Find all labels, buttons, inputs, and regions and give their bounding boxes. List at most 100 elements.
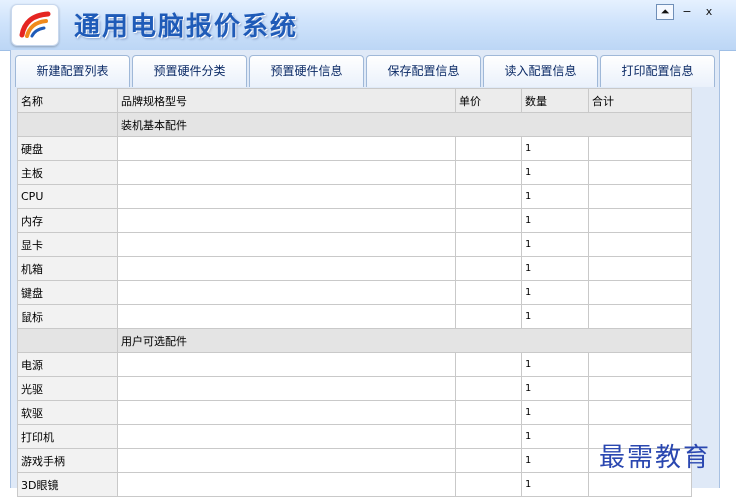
price-cell[interactable] [455, 184, 522, 209]
price-cell[interactable] [455, 400, 522, 425]
model-cell[interactable] [117, 256, 456, 281]
price-cell[interactable] [455, 376, 522, 401]
item-name-cell: 硬盘 [17, 136, 118, 161]
table-row[interactable]: CPU 1 [17, 184, 692, 209]
column-header-name[interactable]: 名称 [17, 88, 118, 113]
tab-print-config[interactable]: 打印配置信息 [600, 55, 715, 87]
item-name-cell: 显卡 [17, 232, 118, 257]
price-cell[interactable] [455, 136, 522, 161]
tab-new-config-list[interactable]: 新建配置列表 [15, 55, 130, 87]
tab-load-config[interactable]: 读入配置信息 [483, 55, 598, 87]
table-row[interactable]: 软驱 1 [17, 400, 692, 425]
total-cell[interactable] [588, 256, 692, 281]
model-cell[interactable] [117, 304, 456, 329]
model-cell[interactable] [117, 472, 456, 497]
total-cell[interactable] [588, 160, 692, 185]
price-cell[interactable] [455, 472, 522, 497]
table-row[interactable]: 机箱 1 [17, 256, 692, 281]
qty-cell[interactable]: 1 [521, 424, 589, 449]
item-name-cell: 键盘 [17, 280, 118, 305]
main-frame: 新建配置列表 预置硬件分类 预置硬件信息 保存配置信息 读入配置信息 打印配置信… [10, 50, 720, 497]
tab-save-config[interactable]: 保存配置信息 [366, 55, 481, 87]
qty-cell[interactable]: 1 [521, 136, 589, 161]
app-title: 通用电脑报价系统 [74, 12, 299, 42]
total-cell[interactable] [588, 136, 692, 161]
qty-cell[interactable]: 1 [521, 184, 589, 209]
table-row[interactable]: 硬盘 1 [17, 136, 692, 161]
qty-cell[interactable]: 1 [521, 256, 589, 281]
total-cell[interactable] [588, 280, 692, 305]
item-name-cell: 机箱 [17, 256, 118, 281]
qty-cell[interactable]: 1 [521, 280, 589, 305]
item-name-cell: 软驱 [17, 400, 118, 425]
table-row[interactable]: 内存 1 [17, 208, 692, 233]
tab-preset-hardware-info[interactable]: 预置硬件信息 [249, 55, 364, 87]
qty-cell[interactable]: 1 [521, 208, 589, 233]
price-cell[interactable] [455, 280, 522, 305]
price-cell[interactable] [455, 448, 522, 473]
total-cell[interactable] [588, 184, 692, 209]
qty-cell[interactable]: 1 [521, 352, 589, 377]
total-cell[interactable] [588, 472, 692, 497]
model-cell[interactable] [117, 208, 456, 233]
price-cell[interactable] [455, 232, 522, 257]
model-cell[interactable] [117, 424, 456, 449]
section-row: 装机基本配件 [17, 112, 692, 137]
model-cell[interactable] [117, 376, 456, 401]
model-cell[interactable] [117, 232, 456, 257]
qty-cell[interactable]: 1 [521, 472, 589, 497]
qty-cell[interactable]: 1 [521, 232, 589, 257]
table-row[interactable]: 键盘 1 [17, 280, 692, 305]
table-row[interactable]: 3D眼镜 1 [17, 472, 692, 497]
table-body: 装机基本配件 硬盘 1 主板 1 CPU 1 内存 1 显卡 1 机箱 1 键盘 1 鼠标 1 用户可选配件 电源 1… [17, 112, 692, 497]
qty-cell[interactable]: 1 [521, 304, 589, 329]
model-cell[interactable] [117, 280, 456, 305]
item-name-cell: 游戏手柄 [17, 448, 118, 473]
table-row[interactable]: 主板 1 [17, 160, 692, 185]
item-name-cell: 主板 [17, 160, 118, 185]
price-cell[interactable] [455, 256, 522, 281]
item-name-cell: 内存 [17, 208, 118, 233]
qty-cell[interactable]: 1 [521, 160, 589, 185]
model-cell[interactable] [117, 352, 456, 377]
price-cell[interactable] [455, 352, 522, 377]
column-header-model[interactable]: 品牌规格型号 [117, 88, 456, 113]
qty-cell[interactable]: 1 [521, 448, 589, 473]
table-row[interactable]: 游戏手柄 1 [17, 448, 692, 473]
section-row: 用户可选配件 [17, 328, 692, 353]
window-controls: ⏶ − x [656, 4, 718, 20]
total-cell[interactable] [588, 232, 692, 257]
table-row[interactable]: 打印机 1 [17, 424, 692, 449]
qty-cell[interactable]: 1 [521, 400, 589, 425]
model-cell[interactable] [117, 136, 456, 161]
app-logo-icon [11, 4, 59, 46]
model-cell[interactable] [117, 184, 456, 209]
minimize-button[interactable]: − [678, 4, 696, 20]
close-button[interactable]: x [700, 4, 718, 20]
qty-cell[interactable]: 1 [521, 376, 589, 401]
table-row[interactable]: 电源 1 [17, 352, 692, 377]
section-spacer-cell [17, 328, 118, 353]
price-cell[interactable] [455, 160, 522, 185]
table-header-row: 名称 品牌规格型号 单价 数量 合计 [17, 88, 692, 113]
collapse-ribbon-button[interactable]: ⏶ [656, 4, 674, 20]
total-cell[interactable] [588, 376, 692, 401]
table-row[interactable]: 光驱 1 [17, 376, 692, 401]
tab-preset-hardware-category[interactable]: 预置硬件分类 [132, 55, 247, 87]
model-cell[interactable] [117, 160, 456, 185]
total-cell[interactable] [588, 400, 692, 425]
table-row[interactable]: 显卡 1 [17, 232, 692, 257]
table-row[interactable]: 鼠标 1 [17, 304, 692, 329]
price-cell[interactable] [455, 208, 522, 233]
price-cell[interactable] [455, 424, 522, 449]
price-cell[interactable] [455, 304, 522, 329]
model-cell[interactable] [117, 400, 456, 425]
column-header-price[interactable]: 单价 [455, 88, 522, 113]
total-cell[interactable] [588, 304, 692, 329]
column-header-qty[interactable]: 数量 [521, 88, 589, 113]
column-header-total[interactable]: 合计 [588, 88, 692, 113]
total-cell[interactable] [588, 352, 692, 377]
total-cell[interactable] [588, 208, 692, 233]
model-cell[interactable] [117, 448, 456, 473]
item-name-cell: 3D眼镜 [17, 472, 118, 497]
